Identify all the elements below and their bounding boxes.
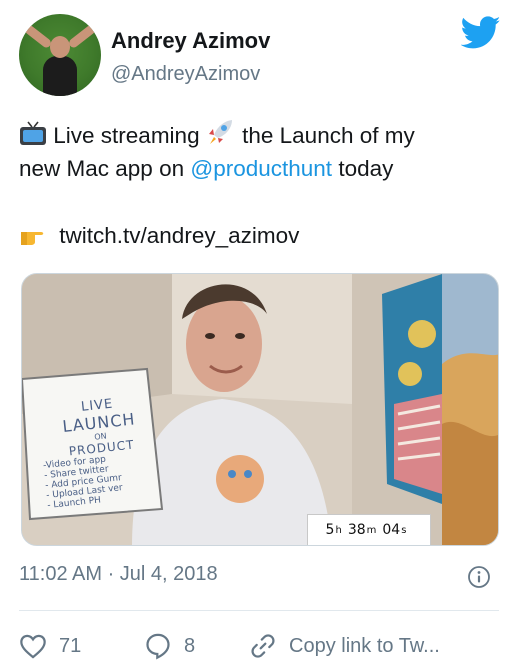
reply-count: 8: [184, 634, 196, 657]
author-handle[interactable]: @AndreyAzimov: [111, 63, 260, 86]
tweet-text-part: Live streaming: [53, 123, 200, 148]
tweet-media-image[interactable]: LIVE LAUNCH ON PRODUCT -Video for app - …: [21, 273, 499, 546]
tv-icon: [20, 121, 46, 145]
stream-timer: 5h 38 m 04 s: [307, 514, 431, 545]
tweet-timestamp[interactable]: 11:02 AM · Jul 4, 2018: [19, 563, 218, 586]
tweet-text-part: today: [338, 156, 394, 181]
divider: [19, 610, 499, 611]
like-button[interactable]: 71: [19, 626, 81, 666]
mention-link[interactable]: @producthunt: [190, 156, 332, 181]
tweet-actions: 71 8 Copy link to Tw...: [19, 626, 499, 666]
copy-link-button[interactable]: Copy link to Tw...: [249, 626, 499, 666]
tweet-header: Andrey Azimov @AndreyAzimov: [19, 14, 501, 98]
tweet-text-part: the Launch of my: [242, 123, 415, 148]
reply-button[interactable]: 8: [144, 626, 195, 666]
twitch-link[interactable]: twitch.tv/andrey_azimov: [59, 223, 299, 248]
avatar[interactable]: [19, 14, 101, 96]
copy-link-label: Copy link to Tw...: [289, 634, 440, 657]
tweet-link-line: twitch.tv/andrey_azimov: [19, 219, 299, 252]
pointing-hand-icon: [21, 232, 44, 245]
tweet-text-part: new Mac app on: [19, 156, 185, 181]
twitter-bird-icon[interactable]: [461, 16, 501, 50]
info-icon[interactable]: [467, 565, 491, 589]
author-display-name[interactable]: Andrey Azimov: [111, 28, 270, 54]
tweet-text: Live streaming the Launch of my new Mac …: [19, 118, 499, 185]
like-count: 71: [59, 634, 82, 657]
heart-icon: [20, 634, 46, 659]
whiteboard: LIVE LAUNCH ON PRODUCT -Video for app - …: [42, 396, 137, 511]
rocket-icon: [208, 120, 232, 144]
link-icon: [251, 634, 275, 658]
reply-bubble-icon: [146, 633, 170, 660]
